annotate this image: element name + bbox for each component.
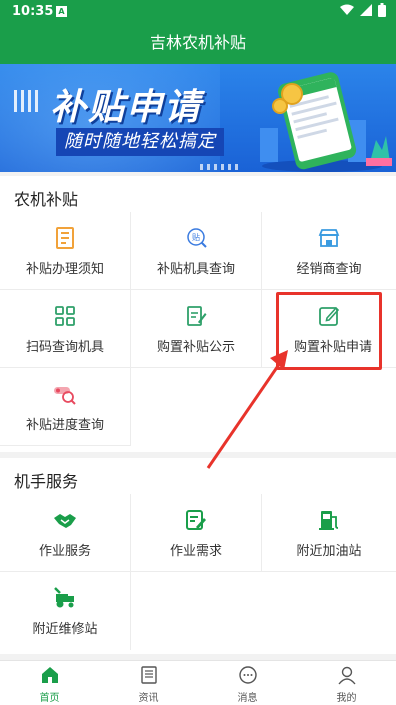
section-operator-services: 机手服务 作业服务 作业需求 附近加油站 附近维修站 — [0, 458, 396, 654]
grid-item-label: 补贴办理须知 — [25, 262, 104, 277]
section-title: 农机补贴 — [14, 190, 79, 209]
tab-messages[interactable]: 消息 — [198, 661, 297, 705]
tab-label: 消息 — [237, 693, 258, 704]
tab-news[interactable]: 资讯 — [99, 661, 198, 705]
grid-item-subsidy-guide[interactable]: 补贴办理须知 — [0, 212, 131, 290]
handshake-icon — [54, 514, 76, 528]
clipboard-edit-icon — [186, 510, 206, 530]
battery-icon — [378, 3, 386, 17]
scan-grid-icon — [55, 306, 75, 326]
promo-banner[interactable]: 补贴申请 随时随地轻松搞定 — [0, 64, 396, 172]
grid-item-label: 补贴进度查询 — [25, 418, 104, 433]
user-icon — [337, 666, 356, 685]
highlight-box — [276, 292, 382, 370]
grid-item-progress-search[interactable]: 补贴进度查询 — [0, 368, 131, 446]
banner-title: 补贴申请 — [50, 87, 203, 128]
tractor-repair-icon — [54, 587, 74, 608]
document-list-icon — [56, 227, 74, 249]
svg-text:贴: 贴 — [192, 232, 200, 242]
system-icons — [340, 3, 386, 17]
tab-label: 首页 — [39, 693, 60, 704]
notification-icon: A — [56, 6, 67, 17]
grid-item-nearby-gas-station[interactable]: 附近加油站 — [262, 494, 396, 572]
grid-item-label: 补贴机具查询 — [156, 262, 235, 277]
banner-subtitle: 随时随地轻松搞定 — [56, 128, 224, 156]
grid-item-machine-search[interactable]: 贴 补贴机具查询 — [131, 212, 262, 290]
grid-item-label: 经销商查询 — [296, 262, 362, 277]
home-icon — [41, 667, 58, 683]
grid-item-scan-machine[interactable]: 扫码查询机具 — [0, 290, 131, 368]
fuel-pump-icon — [319, 511, 339, 530]
store-icon — [318, 229, 340, 247]
status-bar: 10:35 A — [0, 0, 396, 24]
status-time: 10:35 — [12, 4, 54, 19]
grid-item-work-service[interactable]: 作业服务 — [0, 494, 131, 572]
bottom-tab-bar: 首页 资讯 消息 我的 — [0, 660, 396, 705]
tab-label: 我的 — [336, 693, 357, 704]
grid-item-dealer-search[interactable]: 经销商查询 — [262, 212, 396, 290]
grid-item-label: 作业需求 — [169, 544, 222, 559]
page-title: 吉林农机补贴 — [149, 33, 246, 52]
grid-item-label: 购置补贴公示 — [156, 340, 235, 355]
grid-item-label: 附近维修站 — [32, 622, 98, 637]
grid-item-nearby-repair-station[interactable]: 附近维修站 — [0, 572, 131, 650]
grid-item-work-demand[interactable]: 作业需求 — [131, 494, 262, 572]
grid-item-label: 附近加油站 — [296, 544, 362, 559]
grid-item-label: 作业服务 — [38, 544, 91, 559]
tab-profile[interactable]: 我的 — [297, 661, 396, 705]
grid-item-subsidy-announcement[interactable]: 购置补贴公示 — [131, 290, 262, 368]
banner-stripe-decoration-2 — [200, 164, 240, 170]
grid-item-label: 扫码查询机具 — [25, 340, 104, 355]
subsidy-search-icon: 贴 — [187, 228, 207, 248]
app-header: 吉林农机补贴 — [0, 24, 396, 64]
banner-stripe-decoration — [14, 90, 42, 112]
tab-label: 资讯 — [138, 693, 159, 704]
wifi-icon — [340, 4, 354, 15]
news-icon — [140, 666, 157, 684]
tab-home[interactable]: 首页 — [0, 661, 99, 705]
message-icon — [238, 666, 257, 684]
phone-illustration-icon — [260, 72, 392, 172]
signal-icon — [360, 4, 372, 16]
announcement-edit-icon — [187, 306, 207, 326]
progress-search-icon — [54, 387, 76, 405]
section-title: 机手服务 — [14, 472, 79, 491]
app-root: 10:35 A 吉林农机补贴 补贴申请 随时随地轻松搞定 农机补贴 补贴办理须知… — [0, 0, 396, 705]
